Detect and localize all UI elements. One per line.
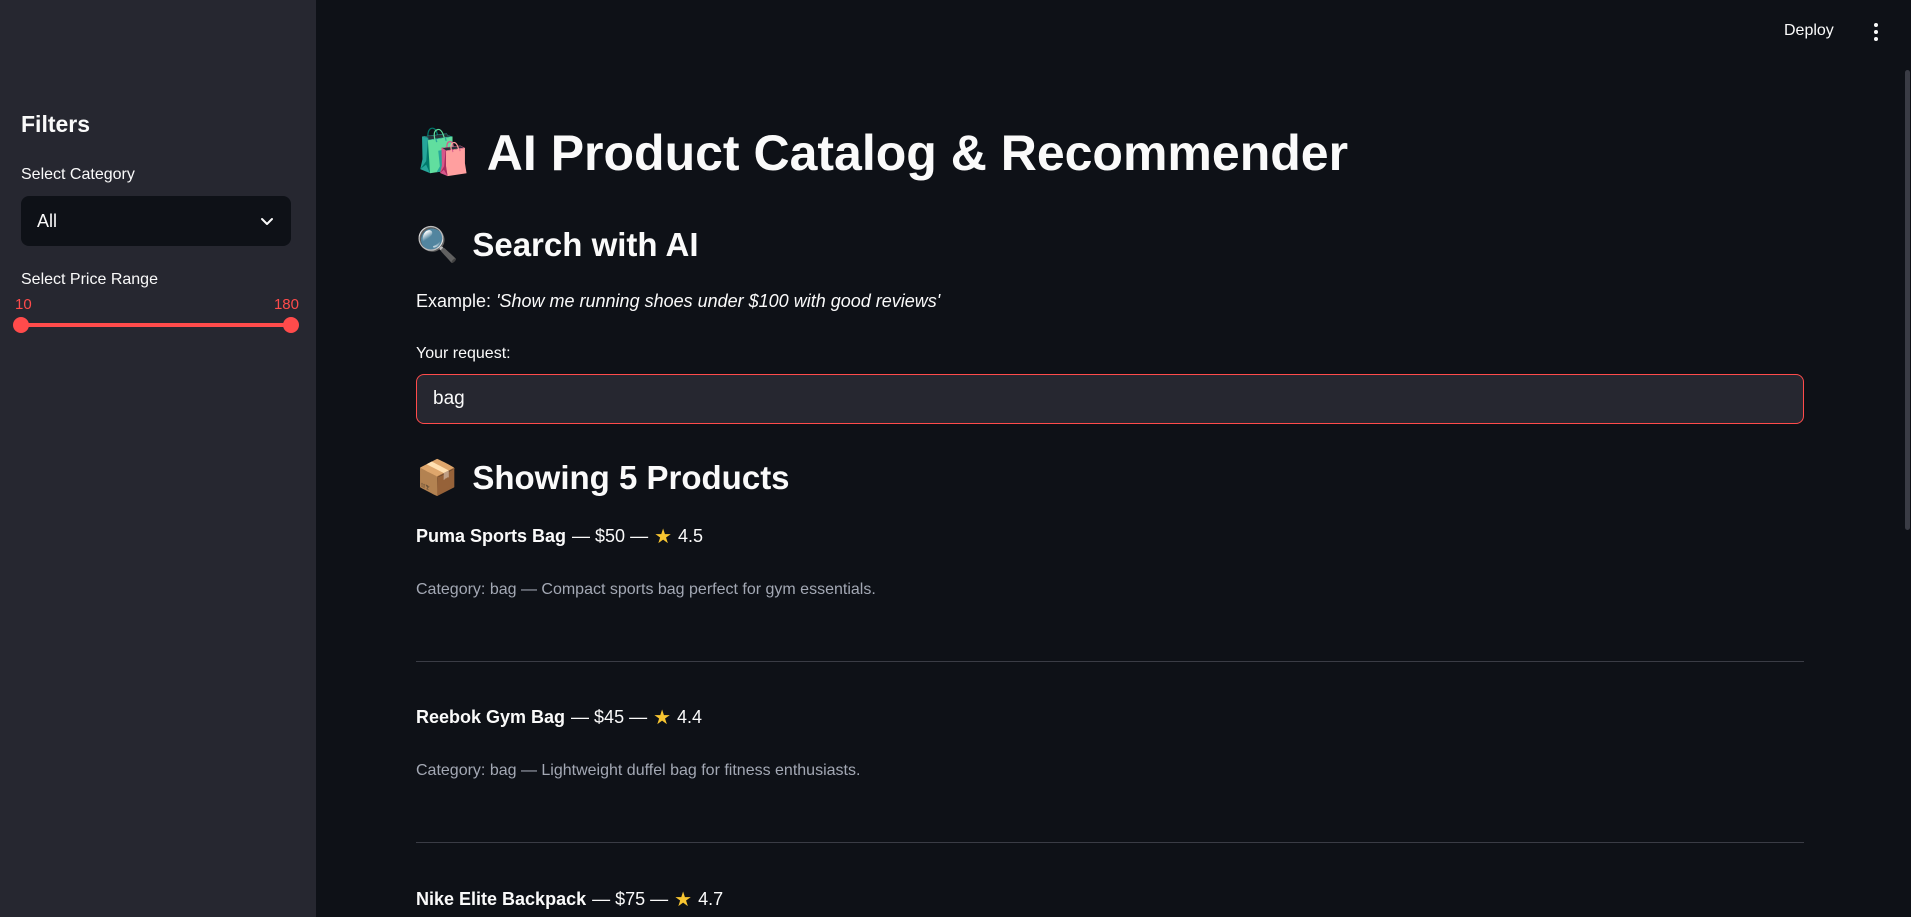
search-heading: 🔍 Search with AI [416,226,699,264]
category-select-value: All [37,210,58,231]
sidebar: Filters Select Category All Select Price… [0,0,316,917]
package-icon: 📦 [416,459,459,497]
product-price: — $50 — [572,526,649,546]
price-min-value: 10 [15,296,32,313]
results-heading: 📦 Showing 5 Products [416,459,790,497]
chevron-down-icon [259,213,275,229]
magnifier-icon: 🔍 [416,226,459,264]
product-description: Category: bag — Lightweight duffel bag f… [416,762,861,779]
product-item: Reebok Gym Bag — $45 — ★ 4.4 Category: b… [416,705,1804,780]
request-label: Your request: [416,345,511,362]
product-name: Nike Elite Backpack [416,889,587,909]
price-max-value: 180 [273,296,299,313]
product-description: Category: bag — Compact sports bag perfe… [416,581,876,598]
results-heading-text: Showing 5 Products [472,459,790,496]
shopping-bags-icon: 🛍️ [416,128,471,177]
star-icon: ★ [653,707,672,729]
example-query: 'Show me running shoes under $100 with g… [496,291,941,311]
price-range-slider[interactable]: 10 180 [13,296,299,336]
product-price: — $45 — [571,707,648,727]
divider [416,661,1804,662]
product-rating: 4.7 [698,889,724,909]
product-name: Puma Sports Bag [416,526,567,546]
product-rating: 4.5 [678,526,704,546]
slider-track[interactable] [21,323,291,327]
deploy-button[interactable]: Deploy [1784,22,1834,40]
sidebar-title: Filters [21,111,91,137]
divider [416,842,1804,843]
product-item: Puma Sports Bag — $50 — ★ 4.5 Category: … [416,524,1804,599]
product-item: Nike Elite Backpack — $75 — ★ 4.7 [416,887,1804,912]
category-label: Select Category [21,166,135,183]
product-price: — $75 — [592,889,669,909]
app-root: Filters Select Category All Select Price… [0,0,1911,917]
request-input[interactable] [416,374,1804,424]
scrollbar[interactable] [1905,70,1910,530]
product-name: Reebok Gym Bag [416,707,566,727]
example-prefix: Example: [416,291,492,311]
product-rating: 4.4 [677,707,703,727]
category-select[interactable]: All [21,196,291,246]
slider-min-handle[interactable] [13,317,29,333]
example-text: Example: 'Show me running shoes under $1… [416,291,940,312]
price-range-label: Select Price Range [21,271,158,288]
page-title-text: AI Product Catalog & Recommender [486,125,1349,181]
star-icon: ★ [654,526,673,548]
page-title: 🛍️ AI Product Catalog & Recommender [416,124,1348,182]
star-icon: ★ [674,889,693,911]
slider-max-handle[interactable] [283,317,299,333]
search-heading-text: Search with AI [472,226,699,263]
kebab-icon[interactable] [1872,23,1880,43]
